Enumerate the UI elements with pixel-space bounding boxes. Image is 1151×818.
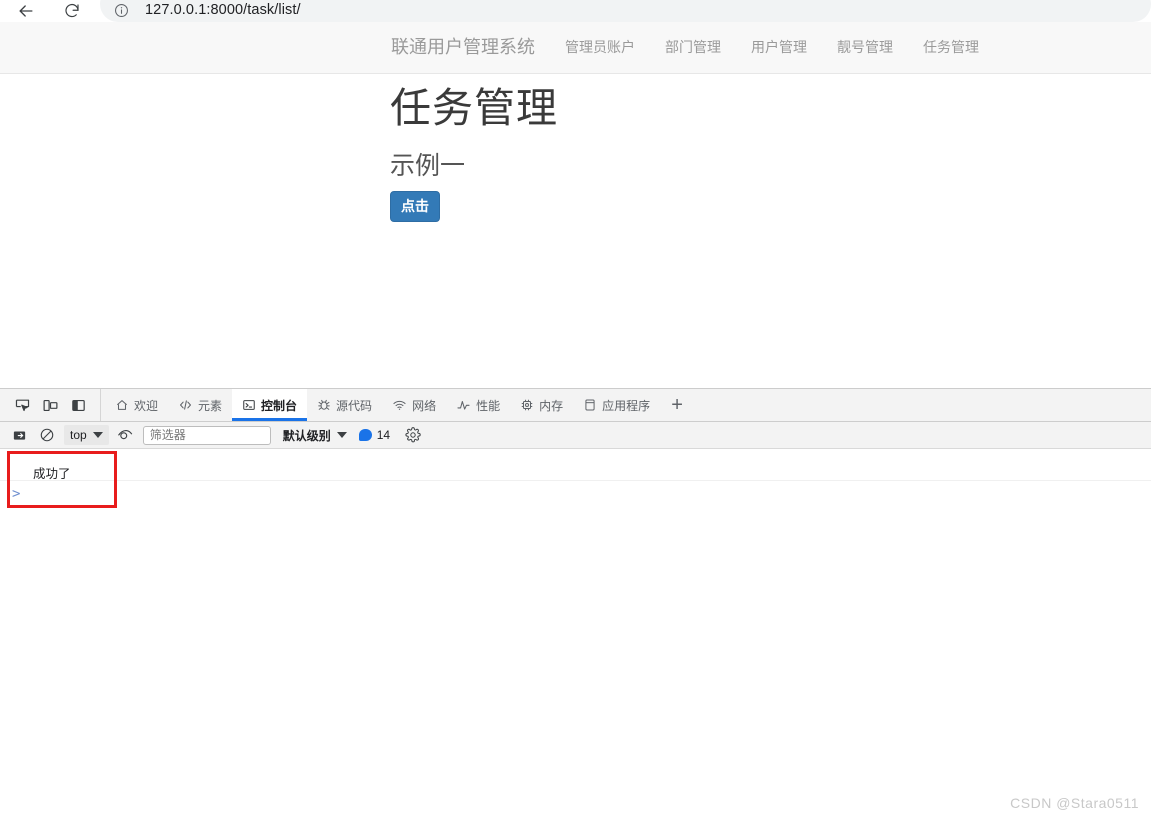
page-viewport: 联通用户管理系统 管理员账户 部门管理 用户管理 靓号管理 任务管理 任务管理 … bbox=[0, 22, 1151, 387]
nav-item-pretty-number[interactable]: 靓号管理 bbox=[822, 22, 908, 73]
performance-pulse-icon bbox=[456, 398, 471, 412]
tab-elements[interactable]: 元素 bbox=[168, 389, 232, 421]
nav-item-user[interactable]: 用户管理 bbox=[736, 22, 822, 73]
reload-button[interactable] bbox=[58, 0, 86, 22]
clear-console-icon[interactable] bbox=[36, 424, 58, 446]
console-prompt-caret[interactable]: > bbox=[12, 487, 20, 501]
info-circle-icon[interactable] bbox=[114, 3, 129, 18]
tab-console[interactable]: 控制台 bbox=[232, 389, 308, 421]
log-levels-dropdown[interactable]: 默认级别 bbox=[277, 427, 347, 444]
devtools-panel: 欢迎 元素 控制台 源代码 网络 性能 内存 应用程序 + top 筛选器 默认… bbox=[0, 388, 1151, 818]
application-panel-icon bbox=[583, 398, 597, 412]
nav-item-admin-accounts[interactable]: 管理员账户 bbox=[550, 22, 650, 73]
console-message-divider bbox=[0, 480, 1151, 481]
devtools-tool-icons bbox=[0, 389, 101, 421]
execution-context-selector[interactable]: top bbox=[64, 425, 109, 445]
back-arrow-icon bbox=[16, 1, 36, 21]
nav-item-task[interactable]: 任务管理 bbox=[908, 22, 994, 73]
message-bubble-icon bbox=[358, 429, 372, 441]
console-output-area[interactable]: 成功了 > bbox=[0, 449, 1151, 817]
address-bar[interactable]: 127.0.0.1:8000/task/list/ bbox=[100, 0, 1151, 22]
devtools-tabs: 欢迎 元素 控制台 源代码 网络 性能 内存 应用程序 + bbox=[101, 389, 694, 421]
log-levels-label: 默认级别 bbox=[282, 428, 331, 443]
tab-label: 源代码 bbox=[336, 398, 373, 413]
live-expression-eye-icon[interactable] bbox=[115, 424, 137, 446]
console-toolbar: top 默认级别 14 bbox=[0, 422, 1151, 449]
watermark-text: CSDN @Stara0511 bbox=[1010, 795, 1139, 811]
tab-label: 元素 bbox=[198, 398, 223, 413]
tab-network[interactable]: 网络 bbox=[382, 389, 446, 421]
page-subtitle: 示例一 bbox=[390, 152, 466, 181]
tab-label: 性能 bbox=[476, 398, 501, 413]
site-navbar: 联通用户管理系统 管理员账户 部门管理 用户管理 靓号管理 任务管理 bbox=[0, 22, 1151, 74]
url-text: 127.0.0.1:8000/task/list/ bbox=[145, 2, 301, 18]
console-message-count[interactable]: 14 bbox=[353, 428, 390, 442]
inspect-element-icon[interactable] bbox=[8, 392, 36, 418]
tab-label: 应用程序 bbox=[602, 398, 651, 413]
tab-welcome[interactable]: 欢迎 bbox=[105, 389, 168, 421]
page-title: 任务管理 bbox=[390, 85, 558, 131]
tab-label: 控制台 bbox=[261, 398, 298, 413]
console-filter-input[interactable] bbox=[142, 425, 271, 445]
chevron-down-icon bbox=[92, 432, 103, 438]
bug-sources-icon bbox=[317, 398, 331, 412]
code-brackets-icon bbox=[178, 398, 193, 412]
devtools-tabbar: 欢迎 元素 控制台 源代码 网络 性能 内存 应用程序 + bbox=[0, 389, 1151, 422]
tab-application[interactable]: 应用程序 bbox=[573, 389, 660, 421]
navbar-brand[interactable]: 联通用户管理系统 bbox=[376, 22, 550, 73]
nav-item-department[interactable]: 部门管理 bbox=[650, 22, 736, 73]
dock-side-icon[interactable] bbox=[64, 392, 92, 418]
tab-label: 网络 bbox=[412, 398, 437, 413]
click-button[interactable]: 点击 bbox=[390, 190, 440, 223]
home-icon bbox=[115, 398, 129, 412]
page-content: 任务管理 示例一 点击 bbox=[0, 74, 1151, 223]
more-tabs-button[interactable]: + bbox=[660, 389, 694, 421]
reload-icon bbox=[63, 2, 81, 20]
settings-gear-icon[interactable] bbox=[402, 424, 424, 446]
tab-label: 欢迎 bbox=[134, 398, 159, 413]
console-log-message: 成功了 bbox=[33, 466, 71, 481]
tab-sources[interactable]: 源代码 bbox=[307, 389, 382, 421]
tab-memory[interactable]: 内存 bbox=[510, 389, 573, 421]
tab-performance[interactable]: 性能 bbox=[446, 389, 510, 421]
memory-chip-icon bbox=[520, 398, 534, 412]
browser-toolbar: 127.0.0.1:8000/task/list/ bbox=[0, 0, 1151, 22]
chevron-down-icon bbox=[336, 432, 347, 438]
console-terminal-icon bbox=[242, 398, 256, 412]
tab-label: 内存 bbox=[539, 398, 564, 413]
back-button[interactable] bbox=[12, 0, 40, 22]
device-toolbar-icon[interactable] bbox=[36, 392, 64, 418]
execution-context-label: top bbox=[70, 428, 87, 442]
message-count-value: 14 bbox=[376, 428, 391, 442]
wifi-network-icon bbox=[392, 398, 407, 412]
console-sidebar-icon[interactable] bbox=[8, 424, 30, 446]
